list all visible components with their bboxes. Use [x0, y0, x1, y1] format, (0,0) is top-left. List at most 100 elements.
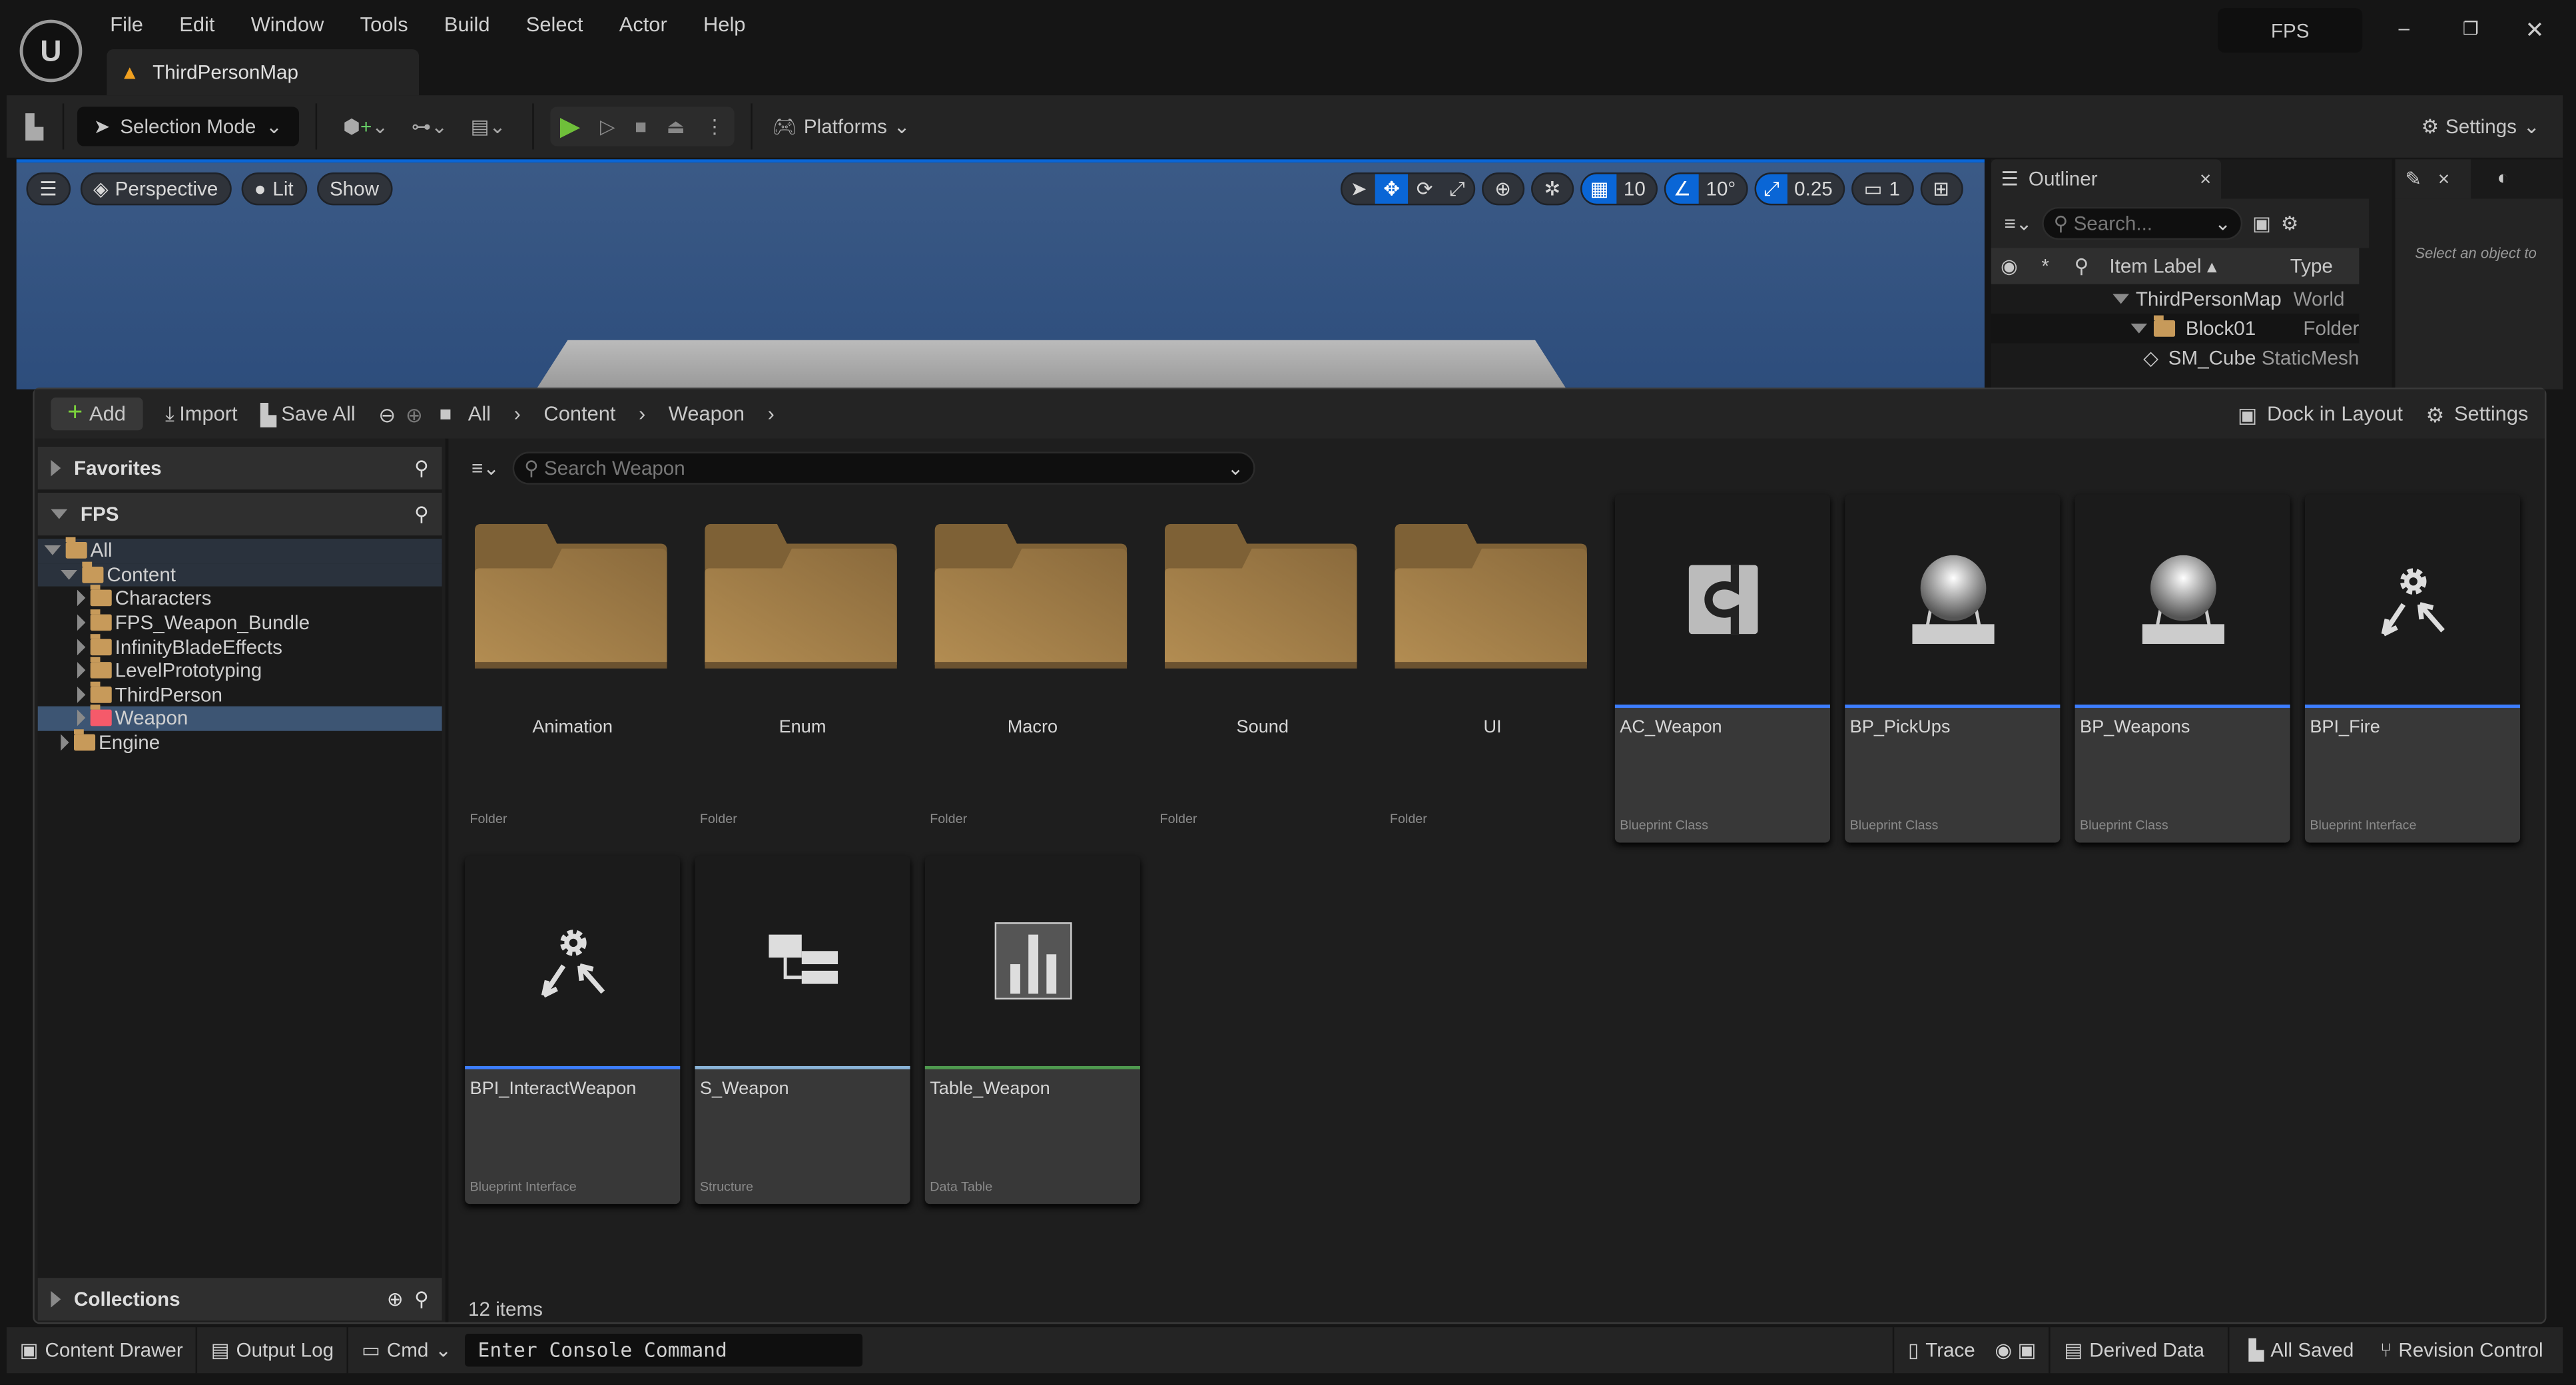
add-folder-icon[interactable]: ▣ [2252, 212, 2271, 235]
import-button[interactable]: ⤓ Import [165, 402, 237, 426]
folder-tree-item[interactable]: All [37, 537, 442, 563]
details-icon[interactable]: ✎ [2405, 168, 2421, 191]
folder-tile[interactable]: Macro Folder [925, 495, 1140, 843]
menu-actor[interactable]: Actor [619, 13, 667, 37]
folder-tile[interactable]: Animation Folder [465, 495, 680, 843]
breadcrumb-content[interactable]: Content [543, 402, 615, 425]
folder-tree-item[interactable]: Content [37, 561, 442, 587]
camera-icon[interactable]: ▭ [1864, 177, 1883, 200]
filter-icon[interactable]: ≡⌄ [2004, 212, 2032, 235]
settings-dropdown[interactable]: ⚙ Settings ⌄ [2421, 115, 2540, 138]
close-icon[interactable]: × [2200, 168, 2211, 191]
world-local-icon[interactable]: ⊕ [1481, 172, 1524, 206]
outliner-search-input[interactable]: ⚲ Search... ⌄ [2042, 206, 2243, 240]
menu-tools[interactable]: Tools [360, 13, 408, 37]
perspective-button[interactable]: ◈ Perspective [80, 172, 232, 206]
revision-control-button[interactable]: ⑂ Revision Control [2367, 1338, 2563, 1362]
cmd-dropdown[interactable]: ▭ Cmd ⌄ [348, 1338, 465, 1362]
folder-tile[interactable]: UI Folder [1385, 495, 1600, 843]
column-item-label[interactable]: Item Label ▴ [2100, 254, 2284, 278]
outliner-row[interactable]: Block01 Folder [1991, 314, 2360, 344]
menu-window[interactable]: Window [251, 13, 324, 37]
content-drawer-button[interactable]: ▣ Content Drawer [7, 1327, 198, 1374]
add-button[interactable]: + Add [51, 397, 143, 431]
folder-tree-item[interactable]: Engine [38, 729, 442, 754]
favorites-header[interactable]: Favorites ⚲ [37, 446, 442, 490]
trace-button[interactable]: ▯ Trace ◉ ▣ [1893, 1327, 2049, 1374]
visibility-icon[interactable]: ◉ [1991, 254, 2027, 278]
menu-help[interactable]: Help [703, 13, 745, 37]
platforms-dropdown[interactable]: 🎮︎ Platforms ⌄ [772, 115, 910, 138]
forward-icon[interactable]: ⊕ [406, 402, 423, 427]
menu-file[interactable]: File [110, 13, 143, 37]
drawer-settings-button[interactable]: ⚙ Settings [2426, 402, 2529, 426]
viewport-menu-button[interactable]: ☰ [26, 172, 71, 206]
derived-data-button[interactable]: ▤ Derived Data [2049, 1327, 2229, 1374]
folder-tree-item[interactable]: LevelPrototyping [38, 657, 442, 683]
layout-icon[interactable]: ⊞ [1919, 172, 1963, 206]
folder-tree-item[interactable]: ThirdPerson [38, 681, 442, 706]
scale-tool-icon[interactable]: ⤢ [1441, 176, 1473, 201]
asset-tile[interactable]: AC_Weapon Blueprint Class [1614, 494, 1831, 843]
collections-header[interactable]: Collections ⊕ ⚲ [37, 1278, 442, 1321]
pin-icon[interactable]: ⚲ [2063, 254, 2099, 278]
outliner-row[interactable]: ThirdPersonMap World [1991, 284, 2360, 314]
folder-tree-item[interactable]: InfinityBladeEffects [38, 633, 442, 659]
folder-tree-item[interactable]: FPS_Weapon_Bundle [38, 609, 442, 635]
rotate-tool-icon[interactable]: ⟳ [1408, 177, 1441, 200]
folder-tile[interactable]: Sound Folder [1155, 495, 1370, 843]
close-icon[interactable]: × [2438, 168, 2449, 191]
asset-tile[interactable]: BP_Weapons Blueprint Class [2075, 494, 2290, 843]
minimize-button[interactable]: – [2399, 17, 2410, 40]
asset-tile[interactable]: BP_PickUps Blueprint Class [1845, 494, 2061, 843]
stop-icon[interactable]: ■ [635, 115, 647, 138]
asset-tile[interactable]: Table_Weapon Data Table [924, 856, 1140, 1205]
surface-snap-icon[interactable]: ✲ [1530, 172, 1574, 206]
select-tool-icon[interactable]: ➤ [1342, 177, 1375, 200]
folder-tile[interactable]: Enum Folder [695, 495, 910, 843]
grid-snap-value[interactable]: 10 [1624, 177, 1656, 200]
breadcrumb-weapon[interactable]: Weapon [669, 402, 745, 425]
show-button[interactable]: Show [316, 172, 392, 206]
play-icon[interactable]: ▶ [560, 110, 580, 142]
asset-tile[interactable]: BPI_InteractWeapon Blueprint Interface [465, 856, 681, 1205]
asset-tile[interactable]: BPI_Fire Blueprint Interface [2304, 494, 2521, 843]
console-input[interactable]: Enter Console Command [464, 1334, 862, 1367]
dock-in-layout-button[interactable]: ▣ Dock in Layout [2238, 402, 2403, 426]
column-type[interactable]: Type [2284, 254, 2333, 278]
more-options-icon[interactable]: ⋮ [705, 115, 725, 138]
scale-snap-value[interactable]: 0.25 [1794, 177, 1842, 200]
rotation-snap-icon[interactable]: ∠ [1665, 174, 1700, 204]
unreal-logo[interactable]: U [19, 19, 83, 83]
lit-button[interactable]: ● Lit [240, 172, 307, 206]
back-icon[interactable]: ⊖ [378, 402, 396, 427]
eject-icon[interactable]: ⏏ [667, 115, 685, 138]
menu-build[interactable]: Build [444, 13, 490, 37]
grid-snap-icon[interactable]: ▦ [1582, 174, 1617, 204]
filter-icon[interactable]: ≡⌄ [472, 457, 499, 480]
menu-select[interactable]: Select [526, 13, 583, 37]
scale-snap-icon[interactable]: ⤢ [1755, 174, 1788, 204]
tab-outliner[interactable]: ☰ Outliner × [1991, 159, 2222, 199]
gear-icon[interactable]: ⚙ [2281, 212, 2299, 235]
asset-search-input[interactable]: ⚲ Search Weapon ⌄ [512, 451, 1255, 485]
world-settings-icon[interactable]: ◐ [2497, 166, 2509, 189]
output-log-button[interactable]: ▤ Output Log [198, 1327, 349, 1374]
translate-tool-icon[interactable]: ✥ [1375, 174, 1409, 204]
restore-button[interactable]: ❐ [2463, 18, 2479, 40]
outliner-row[interactable]: ◇ SM_Cube StaticMesh [1991, 344, 2359, 373]
folder-tree-item[interactable]: Characters [38, 585, 442, 611]
level-viewport[interactable]: ☰ ◈ Perspective ● Lit Show ➤ ✥ ⟳ ⤢ ⊕ ✲ ▦ 10 ∠ 1… [16, 159, 1985, 390]
all-saved-button[interactable]: ▙ All Saved [2229, 1338, 2367, 1362]
rotation-snap-value[interactable]: 10° [1706, 177, 1746, 200]
asset-tile[interactable]: S_Weapon Structure [695, 856, 910, 1205]
save-all-button[interactable]: ▙ Save All [260, 402, 356, 426]
close-button[interactable]: ✕ [2525, 17, 2544, 45]
menu-edit[interactable]: Edit [179, 13, 214, 37]
camera-speed-value[interactable]: 1 [1889, 177, 1899, 200]
selection-mode-dropdown[interactable]: ➤ Selection Mode ⌄ [77, 107, 299, 146]
folder-tree-item[interactable]: Weapon [37, 705, 442, 731]
star-icon[interactable]: * [2027, 254, 2063, 278]
step-icon[interactable]: ▷ [600, 115, 615, 138]
blueprint-icon[interactable]: ⊶⌄ [412, 115, 448, 138]
